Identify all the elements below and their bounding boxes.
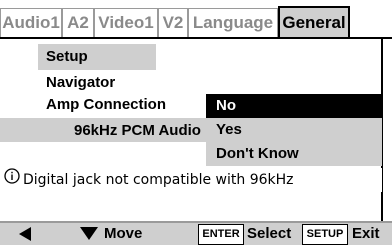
tab-language[interactable]: Language [188,8,278,38]
option-list: No Yes Don't Know [206,94,382,166]
exit-label: Exit [352,225,380,242]
section-title: Setup Navigator [38,44,156,91]
tab-general[interactable]: General [278,6,350,38]
option-no[interactable]: No [206,94,382,118]
down-arrow-icon [80,227,98,245]
select-label: Select [247,225,292,242]
info-message: Digital jack not compatible with 96kHz [0,168,382,192]
tab-underline [0,37,392,39]
setup-key[interactable]: SETUP [302,224,348,245]
pcm-audio-label: 96kHz PCM Audio [74,122,201,139]
option-yes[interactable]: Yes [206,118,382,142]
tab-a2[interactable]: A2 [62,8,94,38]
info-text: Digital jack not compatible with 96kHz [23,172,294,188]
tab-v2[interactable]: V2 [158,8,188,38]
footer-bar: Move ENTER Select SETUP Exit [0,221,392,245]
left-arrow-icon [18,227,32,245]
tab-video1[interactable]: Video1 [94,8,158,38]
enter-key[interactable]: ENTER [198,224,244,245]
tab-bar: Audio1 A2 Video1 V2 Language General [0,0,392,39]
option-dont-know[interactable]: Don't Know [206,142,382,166]
amp-connection-label: Amp Connection [46,96,166,113]
move-label: Move [104,225,143,242]
info-circle-icon [4,168,20,192]
tab-audio1[interactable]: Audio1 [0,8,62,38]
